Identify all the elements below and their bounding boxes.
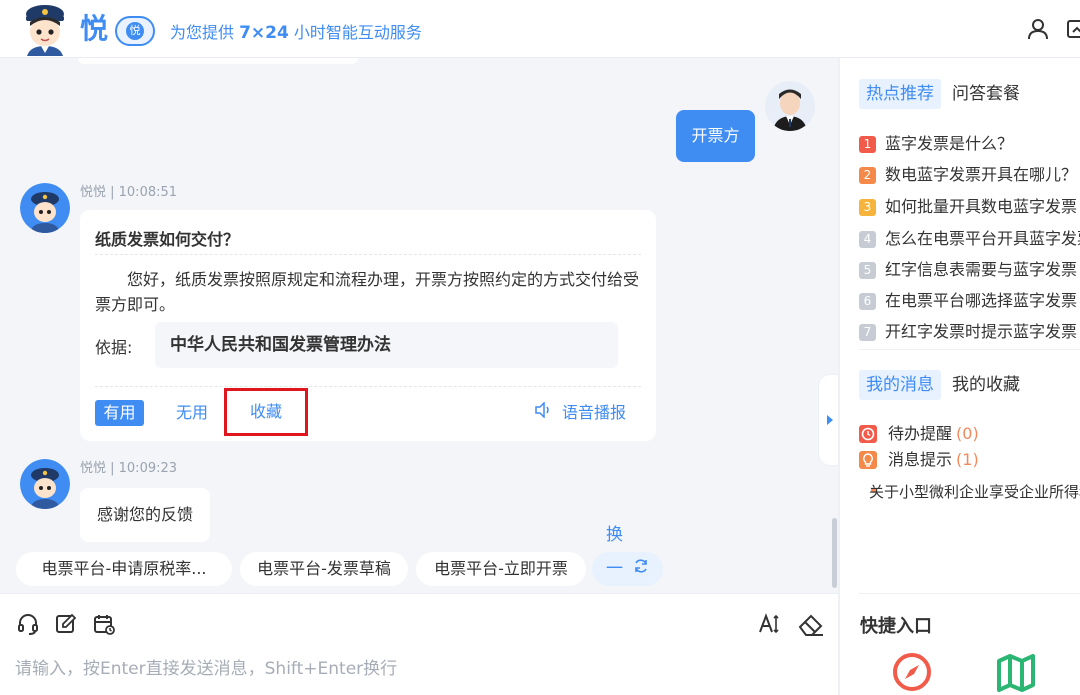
compass-icon[interactable] [892, 652, 932, 692]
voice-broadcast-button[interactable]: 语音播报 [534, 400, 626, 426]
suggestion-chip[interactable]: 电票平台-立即开票 [416, 552, 586, 586]
mascot-logo-icon [22, 4, 68, 56]
slogan-hours: 7×24 [239, 23, 289, 43]
rank-badge: 3 [859, 198, 876, 216]
thanks-message-bubble: 感谢您的反馈 [80, 488, 210, 542]
tab-my-messages[interactable]: 我的消息 [859, 370, 941, 400]
hot-list-item[interactable]: 2 数电蓝字发票开具在哪儿？ [859, 163, 1077, 187]
font-size-icon[interactable] [758, 612, 782, 636]
edit-icon[interactable] [54, 612, 78, 636]
map-icon[interactable] [996, 652, 1036, 692]
hot-list-item-text: 数电蓝字发票开具在哪儿？ [885, 165, 1078, 184]
rank-badge: 7 [859, 323, 876, 341]
user-icon[interactable] [1027, 18, 1049, 40]
useful-button[interactable]: 有用 [95, 400, 144, 426]
divider [95, 386, 641, 387]
logo-badge: 悦 [115, 16, 155, 46]
useless-button[interactable]: 无用 [176, 400, 208, 426]
hot-list-item[interactable]: 5 红字信息表需要与蓝字发票 [859, 258, 1077, 282]
notice-link[interactable]: 关于小型微利企业享受企业所得税优惠政策 [869, 480, 1080, 504]
basis-label: 依据: [95, 338, 133, 357]
bulb-icon [859, 451, 877, 469]
message-item-notice[interactable]: 消息提示 (1) [859, 448, 979, 472]
message-input[interactable] [15, 654, 815, 684]
speaker-icon [534, 400, 552, 426]
eraser-icon[interactable] [797, 612, 825, 636]
refresh-label: 换一批 [606, 525, 623, 579]
collapse-panel-handle[interactable] [818, 374, 838, 466]
message-item-label: 消息提示 [888, 450, 953, 469]
refresh-suggestions-button[interactable]: 换一批 [592, 525, 663, 586]
chat-scrollbar[interactable] [832, 518, 837, 588]
right-panel: 热点推荐 问答套餐 1 蓝字发票是什么？ 2 数电蓝字发票开具在哪儿？ 3 如何… [840, 58, 1080, 695]
divider [95, 254, 641, 255]
tab-qa-packages[interactable]: 问答套餐 [952, 79, 1020, 109]
hot-list-item[interactable]: 7 开红字发票时提示蓝字发票 [859, 320, 1077, 344]
logo-badge-label: 悦 [126, 22, 144, 40]
suggestion-chip[interactable]: 电票平台-申请原税率... [16, 552, 232, 586]
hot-list-item[interactable]: 1 蓝字发票是什么？ [859, 132, 1013, 156]
rank-badge: 5 [859, 261, 876, 279]
quick-entry-title: 快捷入口 [860, 616, 932, 637]
slogan-suffix: 小时智能互动服务 [288, 23, 422, 42]
hot-list-item-text: 红字信息表需要与蓝字发票 [885, 260, 1078, 279]
window-icon[interactable] [1066, 18, 1080, 40]
calendar-icon[interactable] [92, 612, 116, 636]
hot-list-item-text: 在电票平台哪选择蓝字发票 [885, 291, 1078, 310]
hot-list-item[interactable]: 6 在电票平台哪选择蓝字发票 [859, 289, 1077, 313]
favorite-button[interactable]: 收藏 [224, 388, 308, 436]
hot-list-item-text: 开红字发票时提示蓝字发票 [885, 322, 1078, 341]
rank-badge: 4 [859, 230, 876, 248]
message-item-todo[interactable]: 待办提醒 (0) [859, 422, 979, 446]
hot-list-item[interactable]: 4 怎么在电票平台开具蓝字发票 [859, 227, 1080, 251]
hot-list-item-text: 怎么在电票平台开具蓝字发票 [885, 229, 1080, 248]
bot-avatar [20, 183, 70, 233]
header: 悦 悦 为您提供 7×24 小时智能互动服务 [0, 0, 1080, 58]
caret-right-icon [827, 415, 833, 425]
logo-text: 悦 [80, 12, 109, 45]
rank-badge: 1 [859, 135, 876, 153]
basis-reference[interactable]: 中华人民共和国发票管理办法 [155, 322, 618, 368]
slogan: 为您提供 7×24 小时智能互动服务 [170, 22, 422, 44]
input-area [0, 593, 840, 695]
bot-message-meta: 悦悦 | 10:09:23 [80, 461, 178, 476]
basis-reference-text: 中华人民共和国发票管理办法 [170, 335, 391, 355]
clock-icon [859, 425, 877, 443]
tab-my-favorites[interactable]: 我的收藏 [952, 370, 1020, 400]
message-item-label: 待办提醒 [888, 424, 953, 443]
hot-list-item[interactable]: 3 如何批量开具数电蓝字发票 [859, 195, 1077, 219]
answer-text: 您好，纸质发票按照原规定和流程办理，开票方按照约定的方式交付给受票方即可。 [95, 270, 640, 314]
hot-list-item-text: 如何批量开具数电蓝字发票 [885, 197, 1078, 216]
user-avatar [765, 81, 815, 131]
divider [859, 349, 1080, 350]
divider [859, 593, 1080, 594]
rank-badge: 6 [859, 292, 876, 310]
slogan-prefix: 为您提供 [170, 23, 240, 42]
headset-icon[interactable] [16, 612, 40, 636]
rank-badge: 2 [859, 166, 876, 184]
message-count: (1) [956, 450, 979, 469]
answer-question-title: 纸质发票如何交付？ [95, 230, 240, 249]
user-message-bubble: 开票方 [676, 110, 755, 162]
chat-area: 开票方 悦悦 | 10:08:51 纸质发票如何交付？ 您好，纸质发票按照原规定… [0, 58, 838, 593]
suggestion-chip[interactable]: 电票平台-发票草稿 [240, 552, 408, 586]
hot-list-item-text: 蓝字发票是什么？ [885, 134, 1014, 153]
voice-broadcast-label: 语音播报 [562, 403, 627, 422]
previous-message-card [78, 58, 358, 64]
tab-hot-recommend[interactable]: 热点推荐 [859, 79, 941, 109]
refresh-icon [633, 552, 649, 586]
message-count: (0) [956, 424, 979, 443]
bot-avatar [20, 459, 70, 509]
bot-answer-card: 纸质发票如何交付？ 您好，纸质发票按照原规定和流程办理，开票方按照约定的方式交付… [80, 210, 656, 441]
bot-message-meta: 悦悦 | 10:08:51 [80, 185, 178, 200]
